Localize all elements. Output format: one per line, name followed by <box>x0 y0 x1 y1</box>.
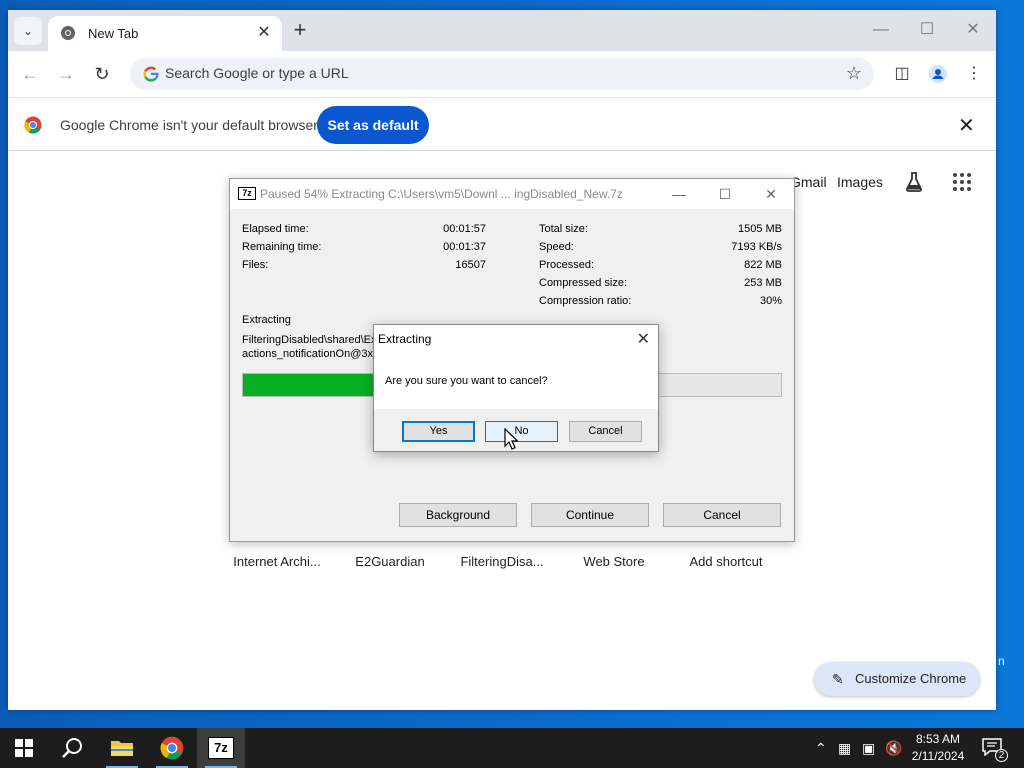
status-text: Extracting <box>242 314 291 326</box>
7zip-maximize-button[interactable]: ☐ <box>710 184 740 204</box>
tab-strip: ⌄ New Tab ✕ + — ☐ ✕ <box>8 10 996 51</box>
stat-label: Speed: <box>539 241 574 253</box>
confirm-title-bar: Extracting ✕ <box>374 325 658 353</box>
taskbar-google-chrome[interactable] <box>148 728 196 768</box>
confirm-message: Are you sure you want to cancel? <box>385 375 548 387</box>
search-button[interactable] <box>48 728 96 768</box>
stat-label: Compressed size: <box>539 277 628 289</box>
back-button[interactable]: ← <box>17 61 43 87</box>
tab-new-tab[interactable]: New Tab ✕ <box>48 16 282 51</box>
new-tab-button[interactable]: + <box>288 19 312 43</box>
chrome-favicon-icon <box>61 26 75 40</box>
taskbar-file-explorer[interactable] <box>98 728 146 768</box>
notification-center-button[interactable]: 2 <box>982 738 1008 762</box>
stat-value: 00:01:37 <box>443 241 486 253</box>
add-shortcut-tile[interactable]: Add shortcut <box>671 554 781 569</box>
shortcut-tile[interactable]: Web Store <box>559 554 669 569</box>
chrome-logo-icon <box>24 116 42 134</box>
infobar-close-icon[interactable]: ✕ <box>958 113 975 138</box>
stat-value: 7193 KB/s <box>731 241 782 253</box>
pencil-icon: ✎ <box>832 671 844 687</box>
shortcut-tile[interactable]: E2Guardian <box>335 554 445 569</box>
maximize-button[interactable]: ☐ <box>912 18 942 42</box>
tab-title: New Tab <box>88 26 139 41</box>
stat-label: Processed: <box>539 259 595 271</box>
7zip-title: Paused 54% Extracting C:\Users\vm5\Downl… <box>260 187 623 201</box>
apps-grid-icon[interactable] <box>950 170 974 194</box>
network-icon[interactable]: ▣ <box>862 740 875 757</box>
7zip-close-button[interactable]: ✕ <box>756 184 786 204</box>
desktop-edge-text: n <box>998 654 1005 668</box>
stat-label: Files: <box>242 259 269 271</box>
system-clock[interactable]: 8:53 AM 2/11/2024 <box>905 731 971 765</box>
confirm-body: Are you sure you want to cancel? <box>374 353 658 409</box>
network-security-icon[interactable]: ▦ <box>838 740 851 757</box>
stat-label: Compression ratio: <box>539 295 632 307</box>
set-as-default-button[interactable]: Set as default <box>317 106 429 144</box>
profile-icon[interactable] <box>926 62 950 86</box>
customize-chrome-button[interactable]: ✎ Customize Chrome <box>814 662 980 696</box>
customize-chrome-label: Customize Chrome <box>855 671 967 686</box>
tab-close-icon[interactable]: ✕ <box>254 23 274 43</box>
chrome-icon <box>160 736 184 760</box>
stat-value: 30% <box>759 295 782 307</box>
stat-value: 253 MB <box>744 277 782 289</box>
taskbar: 7z ⌃ ▦ ▣ 🔇 8:53 AM 2/11/2024 2 <box>0 728 1024 768</box>
shortcut-tile[interactable]: FilteringDisa... <box>447 554 557 569</box>
google-g-icon <box>143 66 159 82</box>
7zip-minimize-button[interactable]: — <box>664 184 694 204</box>
stat-value: 822 MB <box>744 259 782 271</box>
bookmark-star-icon[interactable]: ☆ <box>846 63 862 84</box>
start-button[interactable] <box>0 728 48 768</box>
labs-flask-icon[interactable] <box>902 170 926 194</box>
clock-date: 2/11/2024 <box>911 749 965 763</box>
minimize-button[interactable]: — <box>866 18 896 42</box>
infobar-message: Google Chrome isn't your default browser <box>60 117 318 133</box>
mouse-cursor-icon <box>504 428 518 450</box>
notification-count: 2 <box>995 749 1008 762</box>
current-file-line: actions_notificationOn@3x.p <box>242 348 383 360</box>
forward-button[interactable]: → <box>53 61 79 87</box>
stat-label: Elapsed time: <box>242 223 309 235</box>
browser-toolbar: ← → ↻ Search Google or type a URL ☆ ◫ ⋮ <box>8 51 996 97</box>
close-window-button[interactable]: ✕ <box>958 18 988 42</box>
7zip-logo-icon: 7z <box>238 187 256 200</box>
no-button[interactable]: No <box>485 421 558 442</box>
reload-button[interactable]: ↻ <box>89 61 115 87</box>
folder-icon <box>111 741 133 756</box>
background-button[interactable]: Background <box>399 503 517 527</box>
taskbar-7zip[interactable]: 7z <box>197 728 245 768</box>
continue-button[interactable]: Continue <box>531 503 649 527</box>
stat-value: 00:01:57 <box>443 223 486 235</box>
show-hidden-icons-icon[interactable]: ⌃ <box>815 740 827 757</box>
side-panel-icon[interactable]: ◫ <box>890 62 914 86</box>
more-menu-icon[interactable]: ⋮ <box>962 62 986 86</box>
gmail-link[interactable]: Gmail <box>790 174 827 190</box>
7zip-title-bar: 7z Paused 54% Extracting C:\Users\vm5\Do… <box>230 179 794 209</box>
confirm-cancel-button[interactable]: Cancel <box>569 421 642 442</box>
windows-logo-icon <box>15 739 33 757</box>
clock-time: 8:53 AM <box>915 732 961 746</box>
search-icon <box>62 738 82 758</box>
tab-search-button[interactable]: ⌄ <box>14 17 42 45</box>
confirm-title: Extracting <box>378 332 432 346</box>
chevron-down-icon: ⌄ <box>22 24 34 38</box>
omnibox-placeholder: Search Google or type a URL <box>165 65 349 81</box>
stat-label: Remaining time: <box>242 241 322 253</box>
stat-value: 1505 MB <box>737 223 782 235</box>
images-link[interactable]: Images <box>837 174 883 190</box>
stat-label: Total size: <box>539 223 588 235</box>
omnibox[interactable]: Search Google or type a URL ☆ <box>130 58 874 90</box>
7zip-icon: 7z <box>208 737 234 759</box>
volume-muted-icon[interactable]: 🔇 <box>885 740 902 757</box>
stat-value: 16507 <box>455 259 486 271</box>
confirm-close-icon[interactable]: ✕ <box>637 329 650 349</box>
shortcut-tile[interactable]: Internet Archi... <box>222 554 332 569</box>
current-file-line: FilteringDisabled\shared\Ex <box>242 334 377 346</box>
cancel-extraction-button[interactable]: Cancel <box>663 503 781 527</box>
yes-button[interactable]: Yes <box>402 421 475 442</box>
default-browser-infobar: Google Chrome isn't your default browser… <box>8 97 996 151</box>
